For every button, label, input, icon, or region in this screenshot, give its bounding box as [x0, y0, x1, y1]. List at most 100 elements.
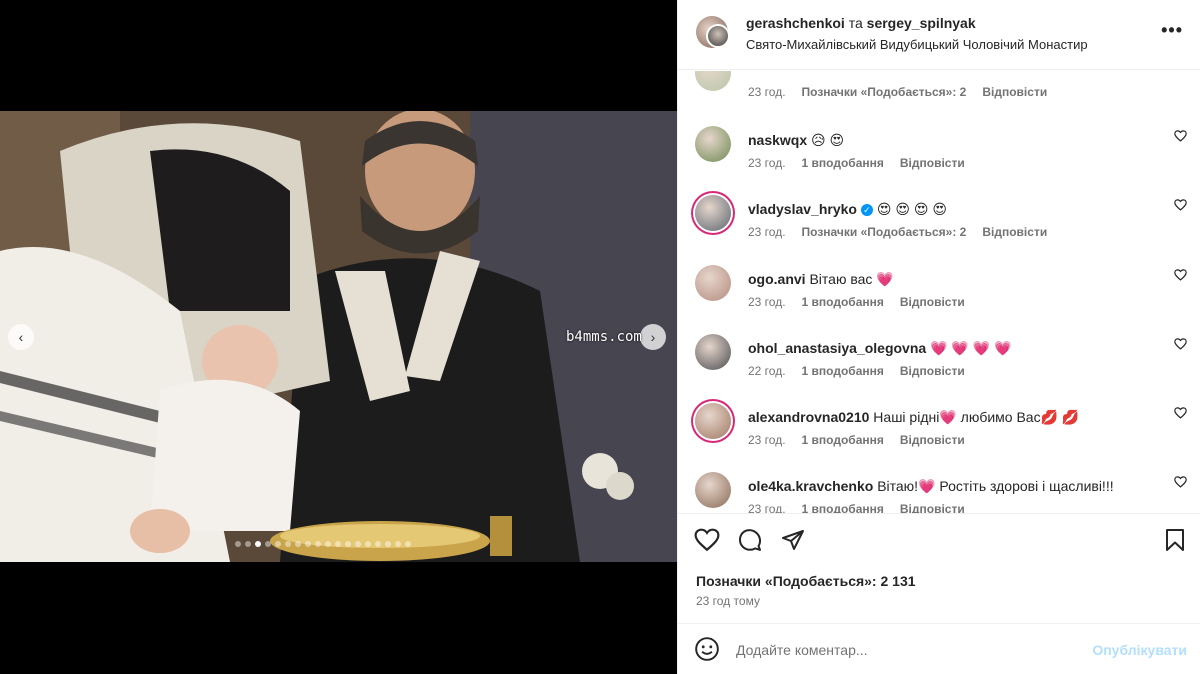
- comment-row: ogo.anvi Вітаю вас 💗 23 год. 1 вподобання В…: [678, 265, 1200, 334]
- comment-username[interactable]: ole4ka.kravchenko: [748, 478, 873, 494]
- paper-plane-icon: [782, 530, 804, 550]
- carousel-dot: [385, 541, 391, 547]
- comment-meta: 23 год. 1 вподобання Відповісти: [748, 502, 981, 513]
- comment-like-button[interactable]: [1174, 130, 1187, 145]
- comment-composer: Опублікувати: [678, 623, 1200, 674]
- heart-icon: [1174, 130, 1187, 142]
- avatar[interactable]: [695, 265, 731, 301]
- carousel-dot: [275, 541, 281, 547]
- carousel-dot: [315, 541, 321, 547]
- chevron-right-icon: ›: [650, 329, 656, 345]
- comment-likes[interactable]: 1 вподобання: [802, 433, 884, 447]
- emoji-icon[interactable]: [694, 636, 720, 668]
- carousel-dot: [255, 541, 261, 547]
- comment-time[interactable]: 23 год.: [748, 433, 786, 447]
- carousel-dot: [265, 541, 271, 547]
- comment-body: Вітаю вас 💗: [809, 271, 894, 287]
- avatar[interactable]: [695, 126, 731, 162]
- comment-like-button[interactable]: [1174, 269, 1187, 284]
- publish-button[interactable]: Опублікувати: [1092, 642, 1187, 658]
- reply-button[interactable]: Відповісти: [900, 364, 965, 378]
- comment-text-line: naskwqx 😥 😍: [748, 132, 844, 149]
- likes-count[interactable]: Позначки «Подобається»: 2 131: [696, 573, 916, 589]
- carousel-dot: [365, 541, 371, 547]
- comment-text-line: ole4ka.kravchenko Вітаю!💗 Ростіть здоров…: [748, 478, 1114, 495]
- comment-time[interactable]: 23 год.: [748, 225, 786, 239]
- comment-likes[interactable]: 1 вподобання: [802, 295, 884, 309]
- more-options-icon[interactable]: •••: [1161, 20, 1183, 41]
- avatar[interactable]: [695, 403, 731, 439]
- comment-like-button[interactable]: [1174, 476, 1187, 491]
- save-button[interactable]: [1164, 528, 1186, 559]
- comment-like-button[interactable]: [1174, 407, 1187, 422]
- comment-input[interactable]: [736, 636, 1066, 664]
- author-username[interactable]: gerashchenkoi: [746, 15, 845, 31]
- comment-button[interactable]: [737, 528, 763, 559]
- heart-icon: [1174, 476, 1187, 488]
- heart-icon: [1174, 407, 1187, 419]
- carousel-dot: [395, 541, 401, 547]
- avatar[interactable]: [706, 24, 730, 48]
- comment-likes[interactable]: Позначки «Подобається»: 2: [802, 85, 967, 99]
- avatar[interactable]: [695, 472, 731, 508]
- comment-username[interactable]: ogo.anvi: [748, 271, 806, 287]
- media-viewer: ‹ › b4mms.com: [0, 0, 677, 674]
- comment-username[interactable]: alexandrovna0210: [748, 409, 869, 425]
- comment-username[interactable]: ohol_anastasiya_olegovna: [748, 340, 926, 356]
- comment-meta: 23 год. 1 вподобання Відповісти: [748, 295, 981, 309]
- comment-meta: 23 год. Позначки «Подобається»: 2 Відповіс…: [748, 85, 1063, 99]
- post-authors: gerashchenkoi та sergey_spilnyak: [746, 15, 976, 31]
- comment-row: alexandrovna0210 Наші рідні💗 любимо Вас💋…: [678, 403, 1200, 472]
- comment-like-button[interactable]: [1174, 199, 1187, 214]
- author-username[interactable]: sergey_spilnyak: [867, 15, 976, 31]
- share-button[interactable]: [780, 528, 806, 559]
- comment-body: 😥 😍: [811, 132, 845, 148]
- post-location[interactable]: Свято-Михайлівський Видубицький Чоловічи…: [746, 37, 1088, 52]
- carousel-dot: [325, 541, 331, 547]
- comment-likes[interactable]: 1 вподобання: [802, 156, 884, 170]
- comment-meta: 23 год. 1 вподобання Відповісти: [748, 433, 981, 447]
- comment-text-line: ogo.anvi Вітаю вас 💗: [748, 271, 894, 288]
- comment-time[interactable]: 23 год.: [748, 295, 786, 309]
- carousel-dot: [355, 541, 361, 547]
- comment-likes[interactable]: 1 вподобання: [802, 502, 884, 513]
- heart-icon: [1174, 199, 1187, 211]
- comment-username[interactable]: naskwqx: [748, 132, 807, 148]
- comment-time[interactable]: 23 год.: [748, 156, 786, 170]
- reply-button[interactable]: Відповісти: [900, 502, 965, 513]
- post-timestamp[interactable]: 23 год тому: [696, 594, 760, 608]
- carousel-dot: [235, 541, 241, 547]
- comment-likes[interactable]: Позначки «Подобається»: 2: [802, 225, 967, 239]
- comment-row: naskwqx 😥 😍 23 год. 1 вподобання Відповісти: [678, 126, 1200, 195]
- avatar[interactable]: [695, 195, 731, 231]
- avatar[interactable]: [695, 71, 731, 91]
- carousel-dot: [285, 541, 291, 547]
- like-button[interactable]: [694, 528, 720, 559]
- next-photo-button[interactable]: ›: [640, 324, 666, 350]
- carousel-dot: [345, 541, 351, 547]
- comment-body: 💗 💗 💗 💗: [930, 340, 1012, 356]
- comment-row: ole4ka.kravchenko Вітаю!💗 Ростіть здоров…: [678, 472, 1200, 513]
- previous-photo-button[interactable]: ‹: [8, 324, 34, 350]
- comment-time[interactable]: 23 год.: [748, 85, 786, 99]
- comment-time[interactable]: 22 год.: [748, 364, 786, 378]
- comment-body: 😍 😍 😍 😍: [876, 201, 947, 217]
- comment-username[interactable]: vladyslav_hryko: [748, 201, 857, 217]
- comment-time[interactable]: 23 год.: [748, 502, 786, 513]
- comment-like-button[interactable]: [1174, 338, 1187, 353]
- comment-likes[interactable]: 1 вподобання: [802, 364, 884, 378]
- comment-icon: [739, 529, 762, 551]
- reply-button[interactable]: Відповісти: [982, 225, 1047, 239]
- comment-text-line: vladyslav_hryko ✓ 😍 😍 😍 😍: [748, 201, 947, 218]
- post-panel: gerashchenkoi та sergey_spilnyak Свято-М…: [677, 0, 1200, 674]
- post-actions: Позначки «Подобається»: 2 131 23 год том…: [678, 513, 1200, 623]
- reply-button[interactable]: Відповісти: [900, 156, 965, 170]
- comment-like-button[interactable]: [1174, 71, 1187, 74]
- carousel-dot: [335, 541, 341, 547]
- reply-button[interactable]: Відповісти: [982, 85, 1047, 99]
- reply-button[interactable]: Відповісти: [900, 295, 965, 309]
- carousel-dot: [405, 541, 411, 547]
- post-header: gerashchenkoi та sergey_spilnyak Свято-М…: [678, 0, 1200, 70]
- avatar[interactable]: [695, 334, 731, 370]
- reply-button[interactable]: Відповісти: [900, 433, 965, 447]
